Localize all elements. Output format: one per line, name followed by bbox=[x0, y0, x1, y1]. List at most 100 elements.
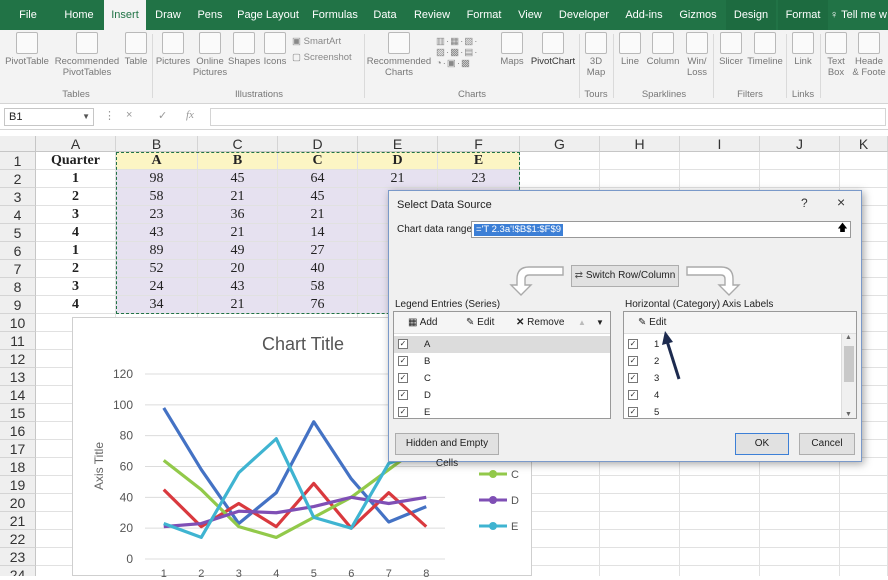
tab-formulas[interactable]: Formulas bbox=[306, 0, 364, 30]
cell-c5[interactable]: 21 bbox=[198, 224, 278, 242]
pivotchart-button[interactable]: PivotChart bbox=[528, 32, 578, 67]
series-checkbox[interactable]: ✓ bbox=[398, 339, 408, 349]
online-pictures-button[interactable]: Online Pictures bbox=[192, 32, 228, 78]
column-header-a[interactable]: A bbox=[36, 136, 116, 152]
maps-button[interactable]: Maps bbox=[496, 32, 528, 67]
ok-button[interactable]: OK bbox=[735, 433, 789, 455]
series-row-a[interactable]: ✓ A bbox=[394, 336, 610, 353]
cell-b4[interactable]: 23 bbox=[116, 206, 198, 224]
cell-a3[interactable]: 2 bbox=[36, 188, 116, 206]
table-button[interactable]: Table bbox=[122, 32, 150, 67]
column-header-j[interactable]: J bbox=[760, 136, 840, 152]
category-checkbox[interactable]: ✓ bbox=[628, 373, 638, 383]
cell-d9[interactable]: 76 bbox=[278, 296, 358, 314]
column-header-f[interactable]: F bbox=[438, 136, 520, 152]
tab-add-ins[interactable]: Add-ins bbox=[618, 0, 670, 30]
pivottable-button[interactable]: PivotTable bbox=[4, 32, 50, 67]
cancel-button[interactable]: Cancel bbox=[799, 433, 855, 455]
edit-series-button[interactable]: ✎ Edit bbox=[466, 315, 494, 331]
cell-k21[interactable] bbox=[840, 512, 888, 530]
cell-a5[interactable]: 4 bbox=[36, 224, 116, 242]
tab-home[interactable]: Home bbox=[56, 0, 102, 30]
add-series-button[interactable]: ▦ Add bbox=[408, 315, 437, 331]
cell-h23[interactable] bbox=[600, 548, 680, 566]
row-header-24[interactable]: 24 bbox=[0, 566, 36, 576]
cell-i20[interactable] bbox=[680, 494, 760, 512]
row-header-18[interactable]: 18 bbox=[0, 458, 36, 476]
category-row-4[interactable]: ✓ 4 bbox=[624, 387, 840, 404]
cell-b3[interactable]: 58 bbox=[116, 188, 198, 206]
slicer-button[interactable]: Slicer bbox=[716, 32, 746, 67]
cell-d2[interactable]: 64 bbox=[278, 170, 358, 188]
category-checkbox[interactable]: ✓ bbox=[628, 407, 638, 417]
cell-k20[interactable] bbox=[840, 494, 888, 512]
cell-e1[interactable]: D bbox=[358, 152, 438, 170]
tab-review[interactable]: Review bbox=[406, 0, 458, 30]
column-header-h[interactable]: H bbox=[600, 136, 680, 152]
cell-i2[interactable] bbox=[680, 170, 760, 188]
cell-d5[interactable]: 14 bbox=[278, 224, 358, 242]
cell-a8[interactable]: 3 bbox=[36, 278, 116, 296]
cell-c3[interactable]: 21 bbox=[198, 188, 278, 206]
cell-c1[interactable]: B bbox=[198, 152, 278, 170]
cell-h24[interactable] bbox=[600, 566, 680, 576]
cancel-icon[interactable]: × bbox=[126, 109, 132, 121]
cell-b2[interactable]: 98 bbox=[116, 170, 198, 188]
formula-input[interactable] bbox=[210, 108, 886, 126]
cell-c9[interactable]: 21 bbox=[198, 296, 278, 314]
cell-k2[interactable] bbox=[840, 170, 888, 188]
tab-data[interactable]: Data bbox=[366, 0, 404, 30]
cell-b1[interactable]: A bbox=[116, 152, 198, 170]
cell-d8[interactable]: 58 bbox=[278, 278, 358, 296]
sparkline-winloss-button[interactable]: Win/ Loss bbox=[682, 32, 712, 78]
tab-chart-format[interactable]: Format bbox=[778, 0, 828, 30]
cell-k19[interactable] bbox=[840, 476, 888, 494]
category-row-5[interactable]: ✓ 5 bbox=[624, 404, 840, 421]
cell-b6[interactable]: 89 bbox=[116, 242, 198, 260]
series-checkbox[interactable]: ✓ bbox=[398, 390, 408, 400]
cell-g1[interactable] bbox=[520, 152, 600, 170]
cell-f1[interactable]: E bbox=[438, 152, 520, 170]
row-header-6[interactable]: 6 bbox=[0, 242, 36, 260]
cell-j20[interactable] bbox=[760, 494, 840, 512]
pictures-button[interactable]: Pictures bbox=[154, 32, 192, 67]
insert-function-icon[interactable]: fx bbox=[186, 109, 194, 121]
tab-pens[interactable]: Pens bbox=[190, 0, 230, 30]
cell-d7[interactable]: 40 bbox=[278, 260, 358, 278]
cell-i21[interactable] bbox=[680, 512, 760, 530]
close-button[interactable]: × bbox=[837, 194, 845, 210]
row-header-21[interactable]: 21 bbox=[0, 512, 36, 530]
row-header-13[interactable]: 13 bbox=[0, 368, 36, 386]
category-scrollbar[interactable]: ▲ ▼ bbox=[841, 334, 856, 418]
cell-j1[interactable] bbox=[760, 152, 840, 170]
cell-f2[interactable]: 23 bbox=[438, 170, 520, 188]
smartart-button[interactable]: ▣ SmartArt bbox=[292, 36, 341, 47]
row-header-14[interactable]: 14 bbox=[0, 386, 36, 404]
row-header-5[interactable]: 5 bbox=[0, 224, 36, 242]
cell-k1[interactable] bbox=[840, 152, 888, 170]
row-header-16[interactable]: 16 bbox=[0, 422, 36, 440]
cell-h20[interactable] bbox=[600, 494, 680, 512]
row-header-1[interactable]: 1 bbox=[0, 152, 36, 170]
tab-page-layout[interactable]: Page Layout bbox=[232, 0, 304, 30]
cell-c7[interactable]: 20 bbox=[198, 260, 278, 278]
recommended-charts-button[interactable]: Recommended Charts bbox=[366, 32, 432, 78]
cell-i24[interactable] bbox=[680, 566, 760, 576]
link-button[interactable]: Link bbox=[788, 32, 818, 67]
help-button[interactable]: ? bbox=[801, 196, 808, 210]
cell-h21[interactable] bbox=[600, 512, 680, 530]
cell-j24[interactable] bbox=[760, 566, 840, 576]
move-up-icon[interactable]: ▲ bbox=[578, 315, 586, 331]
column-header-c[interactable]: C bbox=[198, 136, 278, 152]
cell-a6[interactable]: 1 bbox=[36, 242, 116, 260]
tab-draw[interactable]: Draw bbox=[148, 0, 188, 30]
select-all-corner[interactable] bbox=[0, 136, 36, 152]
row-header-17[interactable]: 17 bbox=[0, 440, 36, 458]
row-header-4[interactable]: 4 bbox=[0, 206, 36, 224]
row-header-11[interactable]: 11 bbox=[0, 332, 36, 350]
cell-h2[interactable] bbox=[600, 170, 680, 188]
scroll-down-icon[interactable]: ▼ bbox=[845, 411, 852, 418]
tab-file[interactable]: File bbox=[0, 0, 56, 30]
enter-icon[interactable]: ✓ bbox=[158, 109, 167, 122]
row-header-10[interactable]: 10 bbox=[0, 314, 36, 332]
